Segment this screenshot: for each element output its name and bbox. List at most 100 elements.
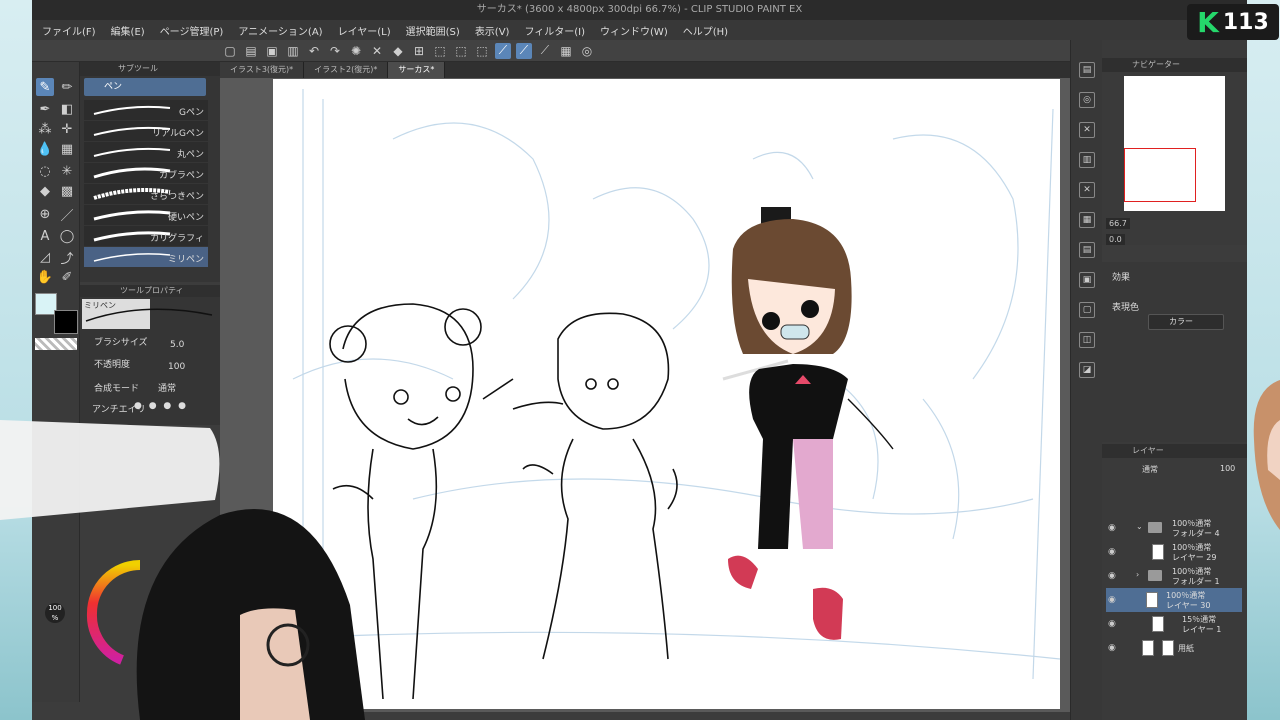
menu-edit[interactable]: 編集(E) bbox=[111, 23, 145, 38]
transform-icon[interactable]: ⊞ bbox=[411, 43, 427, 59]
gradient-tool-icon[interactable]: ▩ bbox=[58, 182, 76, 200]
item-bank-icon[interactable]: ◫ bbox=[1079, 332, 1095, 348]
operation-tool-icon[interactable]: ⊕ bbox=[36, 205, 54, 223]
tab-circus[interactable]: サーカス* bbox=[388, 62, 446, 78]
open-icon[interactable]: ▤ bbox=[243, 43, 259, 59]
fill-tool-icon[interactable]: ◆ bbox=[36, 182, 54, 200]
clear-icon[interactable]: ✕ bbox=[369, 43, 385, 59]
menu-filter[interactable]: フィルター(I) bbox=[524, 23, 585, 38]
layer-row-paper[interactable]: ◉ 用紙 bbox=[1106, 636, 1242, 660]
transparent-color-swatch[interactable] bbox=[35, 338, 77, 350]
brush-calligraphy[interactable]: カリグラフィ bbox=[84, 226, 208, 246]
chevron-right-icon[interactable]: › bbox=[1136, 570, 1139, 579]
brush-rough-pen[interactable]: さらつきペン bbox=[84, 184, 208, 204]
layer-search-icon[interactable]: ▤ bbox=[1079, 242, 1095, 258]
menu-animation[interactable]: アニメーション(A) bbox=[238, 23, 322, 38]
rotation-value[interactable]: 0.0 bbox=[1106, 234, 1125, 245]
close-panel-icon-2[interactable]: ✕ bbox=[1079, 182, 1095, 198]
eye-icon[interactable]: ◉ bbox=[1108, 547, 1116, 557]
ruler-tool-icon[interactable]: ◿ bbox=[36, 248, 54, 266]
zoom-value[interactable]: 66.7 bbox=[1106, 218, 1130, 229]
eye-icon[interactable]: ◉ bbox=[1108, 643, 1116, 653]
brush-size-value[interactable]: 5.0 bbox=[170, 340, 184, 350]
save-icon[interactable]: ▣ bbox=[264, 43, 280, 59]
eye-icon[interactable]: ◉ bbox=[1108, 571, 1116, 581]
antialias-options[interactable]: ● ● ● ● bbox=[134, 401, 188, 411]
tab-illust3[interactable]: イラスト3(復元)* bbox=[220, 62, 305, 78]
menu-view[interactable]: 表示(V) bbox=[475, 23, 510, 38]
eraser-tool-icon[interactable]: ◧ bbox=[58, 100, 76, 118]
eye-icon[interactable]: ◉ bbox=[1108, 523, 1116, 533]
text-tool-icon[interactable]: A bbox=[36, 227, 54, 245]
redo-icon[interactable]: ↷ bbox=[327, 43, 343, 59]
animation-icon[interactable]: ▣ bbox=[1079, 272, 1095, 288]
layer-row-layer30[interactable]: ◉ 100％通常 レイヤー 30 bbox=[1106, 588, 1242, 612]
pencil-tool-icon[interactable]: ✏ bbox=[58, 78, 76, 96]
pen-tool-icon[interactable]: ✎ bbox=[36, 78, 54, 96]
snap-icon[interactable]: ⬚ bbox=[474, 43, 490, 59]
deselect-icon[interactable]: ⬚ bbox=[432, 43, 448, 59]
lasso-tool-icon[interactable]: ◌ bbox=[36, 162, 54, 180]
eye-icon[interactable]: ◉ bbox=[1108, 619, 1116, 629]
eyedropper-icon[interactable]: ✐ bbox=[58, 268, 76, 286]
material-icon[interactable]: ▤ bbox=[1079, 62, 1095, 78]
print-icon[interactable]: ▥ bbox=[285, 43, 301, 59]
brush-tool-icon[interactable]: ✒ bbox=[36, 100, 54, 118]
brush-g-pen[interactable]: Gペン bbox=[84, 100, 208, 120]
frame-tool-icon[interactable]: ▦ bbox=[58, 140, 76, 158]
brush-kabura-pen[interactable]: カブラペン bbox=[84, 163, 208, 183]
balloon-tool-icon[interactable]: ◯ bbox=[58, 227, 76, 245]
menu-page[interactable]: ページ管理(P) bbox=[160, 23, 224, 38]
snap-special-ruler-icon[interactable]: ⟋ bbox=[516, 42, 532, 59]
display-color-select[interactable]: カラー bbox=[1148, 314, 1224, 330]
brush-round-pen[interactable]: 丸ペン bbox=[84, 142, 208, 162]
fill-icon[interactable]: ◆ bbox=[390, 43, 406, 59]
sub-view-icon[interactable]: ▢ bbox=[1079, 302, 1095, 318]
menu-window[interactable]: ウィンドウ(W) bbox=[600, 23, 668, 38]
invert-selection-icon[interactable]: ⬚ bbox=[453, 43, 469, 59]
new-file-icon[interactable]: ▢ bbox=[222, 43, 238, 59]
hand-tool-icon[interactable]: ✋ bbox=[36, 268, 54, 286]
history-icon[interactable]: ▥ bbox=[1079, 152, 1095, 168]
layer-opacity-value[interactable]: 100 bbox=[1220, 464, 1235, 473]
opacity-value[interactable]: 100 bbox=[168, 362, 185, 372]
companion-icon[interactable]: ◎ bbox=[579, 43, 595, 59]
brush-real-g-pen[interactable]: リアルGペン bbox=[84, 121, 208, 141]
navigator-thumbnail[interactable] bbox=[1124, 76, 1225, 211]
search-icon[interactable]: ◎ bbox=[1079, 92, 1095, 108]
snap-ruler-icon[interactable]: ⟋ bbox=[495, 42, 511, 59]
auto-action-icon[interactable]: ◪ bbox=[1079, 362, 1095, 378]
move-tool-icon[interactable]: ✛ bbox=[58, 120, 76, 138]
loading-icon[interactable]: ✺ bbox=[348, 43, 364, 59]
sub-color-swatch[interactable] bbox=[54, 310, 78, 334]
correct-line-icon[interactable]: ⤴ bbox=[58, 248, 76, 267]
snap-grid-icon[interactable]: ⟋ bbox=[537, 43, 553, 59]
menu-help[interactable]: ヘルプ(H) bbox=[683, 23, 728, 38]
eye-icon[interactable]: ◉ bbox=[1108, 595, 1116, 605]
tab-illust2[interactable]: イラスト2(復元)* bbox=[304, 62, 389, 78]
line-tool-icon[interactable]: ／ bbox=[58, 205, 76, 224]
menu-selection[interactable]: 選択範囲(S) bbox=[406, 23, 460, 38]
layer-row-layer29[interactable]: ◉ 100％通常 レイヤー 29 bbox=[1106, 540, 1242, 564]
menu-layer[interactable]: レイヤー(L) bbox=[338, 23, 391, 38]
layer-row-folder4[interactable]: ◉ ⌄ 100％通常 フォルダー 4 bbox=[1106, 516, 1242, 540]
reference-icon[interactable]: ▦ bbox=[558, 43, 574, 59]
blend-mode-select[interactable]: 通常 bbox=[158, 381, 176, 394]
navigator-view-frame[interactable] bbox=[1124, 148, 1196, 202]
layer-blend-select[interactable]: 通常 bbox=[1142, 464, 1158, 475]
layer-row-folder1[interactable]: ◉ › 100％通常 フォルダー 1 bbox=[1106, 564, 1242, 588]
grid-icon[interactable]: ▦ bbox=[1079, 212, 1095, 228]
close-panel-icon[interactable]: ✕ bbox=[1079, 122, 1095, 138]
blend-tool-icon[interactable]: 💧 bbox=[36, 140, 54, 158]
menu-file[interactable]: ファイル(F) bbox=[42, 23, 96, 38]
brush-milli-pen[interactable]: ミリペン bbox=[84, 247, 208, 267]
chevron-down-icon[interactable]: ⌄ bbox=[1136, 522, 1143, 531]
subtool-group-tab[interactable]: ペン bbox=[84, 78, 206, 96]
layer-row-layer1[interactable]: ◉ 15％通常 レイヤー 1 bbox=[1106, 612, 1242, 636]
layer-panel-title: レイヤー bbox=[1102, 444, 1247, 458]
undo-icon[interactable]: ↶ bbox=[306, 43, 322, 59]
canvas-paper[interactable] bbox=[273, 79, 1060, 709]
magic-wand-icon[interactable]: ✳ bbox=[58, 162, 76, 180]
brush-hard-pen[interactable]: 硬いペン bbox=[84, 205, 208, 225]
decoration-tool-icon[interactable]: ⁂ bbox=[36, 120, 54, 138]
